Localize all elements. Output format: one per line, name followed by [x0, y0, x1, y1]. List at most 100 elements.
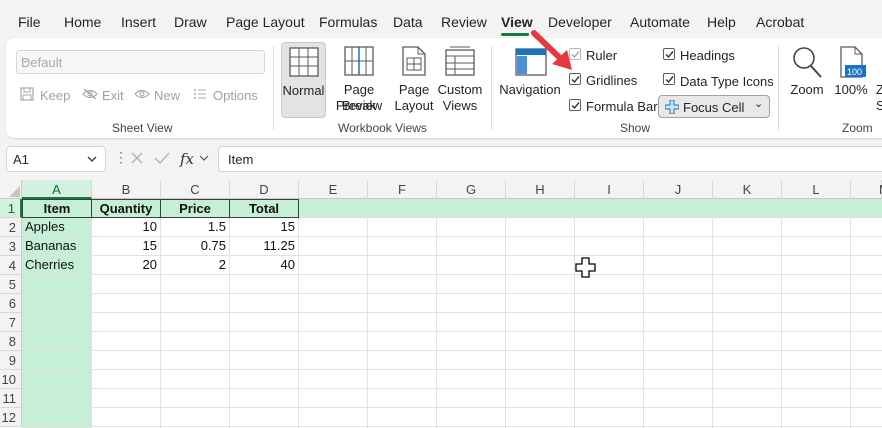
column-header-h[interactable]: H	[506, 180, 575, 199]
menu-automate[interactable]: Automate	[630, 14, 690, 30]
gridlines-checkbox[interactable]	[569, 73, 581, 85]
checkmark-icon	[571, 102, 580, 110]
keep-label: Keep	[40, 88, 71, 103]
menu-insert[interactable]: Insert	[121, 14, 156, 30]
data-type-icons-label: Data Type Icons	[680, 74, 774, 89]
cell-c4[interactable]: 2	[161, 256, 230, 275]
keep-button[interactable]: Keep	[20, 86, 70, 106]
column-header-d[interactable]: D	[230, 180, 299, 199]
page-layout-label-2: Layout	[394, 98, 434, 113]
cancel-icon[interactable]	[130, 151, 144, 165]
row-header-9[interactable]: 9	[0, 351, 22, 370]
column-header-k[interactable]: K	[713, 180, 782, 199]
cell-d3[interactable]: 11.25	[230, 237, 299, 256]
cell-d1[interactable]: Total	[230, 199, 299, 218]
cell-a4[interactable]: Cherries	[22, 256, 92, 275]
normal-view-icon	[289, 47, 319, 77]
more-options-icon[interactable]: ⋮	[114, 149, 128, 166]
menu-draw[interactable]: Draw	[174, 14, 207, 30]
focus-cell-button[interactable]: Focus Cell ⌄	[658, 95, 770, 118]
row-header-6[interactable]: 6	[0, 294, 22, 313]
menu-help[interactable]: Help	[707, 14, 736, 30]
active-tab-indicator	[501, 33, 529, 36]
cell-a1[interactable]: Item	[22, 199, 92, 218]
headings-checkbox[interactable]	[663, 48, 675, 60]
row-header-11[interactable]: 11	[0, 389, 22, 408]
cell-c1[interactable]: Price	[161, 199, 230, 218]
row-header-5[interactable]: 5	[0, 275, 22, 294]
cell-d4[interactable]: 40	[230, 256, 299, 275]
column-header-a[interactable]: A	[22, 180, 92, 199]
column-header-c[interactable]: C	[161, 180, 230, 199]
zoom-button[interactable]: Zoom	[786, 42, 828, 118]
custom-views-button[interactable]: Custom Views	[437, 42, 483, 118]
cell-b2[interactable]: 10	[92, 218, 161, 237]
column-header-b[interactable]: B	[92, 180, 161, 199]
magnifier-icon	[793, 47, 822, 78]
cell-c3[interactable]: 0.75	[161, 237, 230, 256]
formula-input[interactable]: Item	[218, 146, 882, 172]
exit-button[interactable]: Exit	[82, 86, 124, 106]
page-break-preview-button[interactable]: Page Break Preview	[328, 42, 390, 118]
row-header-7[interactable]: 7	[0, 313, 22, 332]
show-group-label: Show	[620, 121, 651, 135]
workbook-views-group-label: Workbook Views	[338, 121, 427, 135]
menu-formulas[interactable]: Formulas	[319, 14, 377, 30]
menu-data[interactable]: Data	[393, 14, 423, 30]
chevron-down-icon[interactable]: ⌄	[754, 97, 763, 110]
formula-bar-checkbox[interactable]	[569, 99, 581, 111]
column-header-j[interactable]: J	[644, 180, 713, 199]
cell-b4[interactable]: 20	[92, 256, 161, 275]
column-header-i[interactable]: I	[575, 180, 644, 199]
zoom-100-label: 100%	[834, 82, 868, 97]
menu-home[interactable]: Home	[64, 14, 101, 30]
row-header-3[interactable]: 3	[0, 237, 22, 256]
page-layout-label-1: Page	[398, 82, 430, 97]
sheet-view-dropdown[interactable]: Default ⌄	[16, 50, 265, 74]
worksheet-grid[interactable]: A B C D E F G H I J K L M 1 2 3 4 5 6 7 …	[0, 180, 882, 428]
cell-d2[interactable]: 15	[230, 218, 299, 237]
formula-content: Item	[228, 152, 254, 167]
normal-label: Normal	[282, 83, 325, 98]
column-header-g[interactable]: G	[437, 180, 506, 199]
page-layout-button[interactable]: Page Layout	[392, 42, 436, 118]
cell-b3[interactable]: 15	[92, 237, 161, 256]
cell-c2[interactable]: 1.5	[161, 218, 230, 237]
row-header-4[interactable]: 4	[0, 256, 22, 275]
zoom-to-selection-button[interactable]: Z S	[874, 42, 882, 118]
cell-a3[interactable]: Bananas	[22, 237, 92, 256]
insert-function-button[interactable]: fx	[180, 150, 194, 168]
column-header-l[interactable]: L	[782, 180, 851, 199]
menu-page-layout[interactable]: Page Layout	[226, 14, 305, 30]
row-header-8[interactable]: 8	[0, 332, 22, 351]
select-all-corner[interactable]	[0, 180, 22, 199]
column-header-f[interactable]: F	[368, 180, 437, 199]
menu-file[interactable]: File	[18, 14, 41, 30]
cell-b1[interactable]: Quantity	[92, 199, 161, 218]
zoom-100-badge: 100	[847, 67, 863, 77]
zoom-selection-label-2: S	[876, 98, 882, 113]
menu-review[interactable]: Review	[441, 14, 487, 30]
options-button[interactable]: Options	[193, 86, 259, 106]
cell-a2[interactable]: Apples	[22, 218, 92, 237]
column-header-m[interactable]: M	[851, 180, 882, 199]
enter-check-icon[interactable]	[154, 151, 170, 165]
chevron-down-icon[interactable]	[199, 155, 209, 162]
row-header-1[interactable]: 1	[0, 199, 22, 218]
custom-views-label-1: Custom	[437, 82, 483, 97]
menu-acrobat[interactable]: Acrobat	[756, 14, 804, 30]
row-header-10[interactable]: 10	[0, 370, 22, 389]
new-view-button[interactable]: New	[134, 86, 180, 106]
name-box[interactable]: A1	[6, 146, 106, 172]
list-icon	[194, 89, 206, 99]
navigation-label: Navigation	[499, 82, 561, 97]
normal-view-button[interactable]: Normal	[281, 42, 326, 118]
zoom-label: Zoom	[790, 82, 824, 97]
row-header-12[interactable]: 12	[0, 408, 22, 427]
column-header-e[interactable]: E	[299, 180, 368, 199]
data-type-icons-checkbox[interactable]	[663, 73, 675, 85]
options-label: Options	[213, 88, 258, 103]
zoom-selection-label-1: Z	[876, 82, 882, 97]
zoom-100-button[interactable]: 100 100%	[832, 42, 870, 118]
row-header-2[interactable]: 2	[0, 218, 22, 237]
